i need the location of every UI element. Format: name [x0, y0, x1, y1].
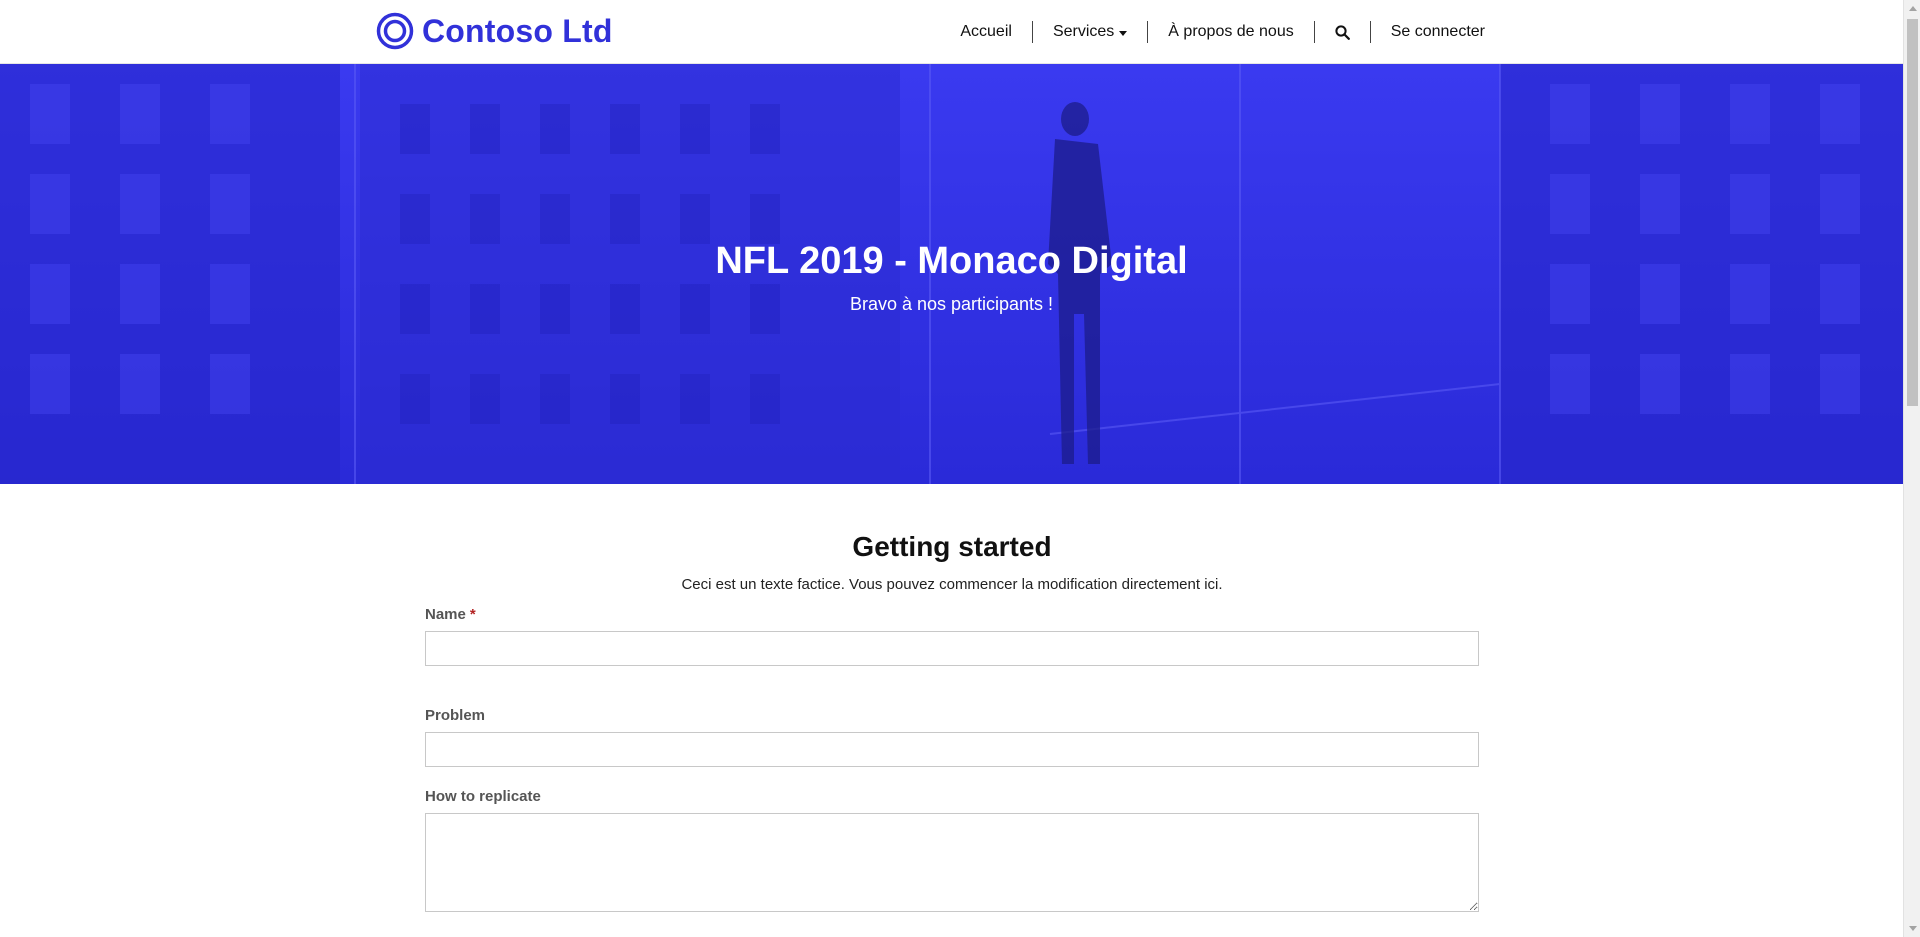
name-label-text: Name [425, 606, 466, 623]
nav-home-label: Accueil [960, 23, 1012, 40]
search-icon [1335, 24, 1350, 40]
page: Contoso Ltd Accueil Services À propos de… [0, 0, 1920, 937]
section-title: Getting started [852, 531, 1052, 562]
nav-home[interactable]: Accueil [940, 22, 1032, 42]
arrow-down-icon [1908, 926, 1917, 931]
hero-subtitle: Bravo à nos participants ! [849, 294, 1054, 314]
replicate-label-text: How to replicate [425, 788, 541, 805]
nav-services-label: Services [1052, 23, 1115, 40]
search-button[interactable] [1315, 22, 1370, 42]
brand-link[interactable]: Contoso Ltd [376, 9, 613, 53]
replicate-textarea[interactable] [425, 813, 1479, 912]
vertical-scrollbar[interactable] [1903, 0, 1920, 937]
problem-label-text: Problem [425, 707, 486, 724]
problem-field-label: Problem [425, 707, 485, 724]
hero-title: NFL 2019 - Monaco Digital [715, 240, 1188, 282]
name-input[interactable] [425, 631, 1479, 666]
ring-logo-icon [376, 12, 414, 50]
name-field-label: Name * [425, 606, 476, 623]
hero-banner: NFL 2019 - Monaco Digital Bravo à nos pa… [0, 64, 1903, 484]
scrollbar-thumb[interactable] [1907, 19, 1918, 406]
nav-services[interactable]: Services [1033, 22, 1147, 42]
nav-about[interactable]: À propos de nous [1148, 22, 1313, 42]
problem-input[interactable] [425, 732, 1479, 767]
required-marker: * [469, 606, 476, 623]
brand-name: Contoso Ltd [422, 12, 613, 49]
site-header: Contoso Ltd Accueil Services À propos de… [0, 0, 1903, 64]
main-nav: Accueil Services À propos de nous Se con… [940, 0, 1505, 64]
caret-down-icon [1119, 30, 1128, 36]
nav-signin-label: Se connecter [1390, 23, 1485, 40]
arrow-up-icon [1908, 6, 1917, 11]
nav-about-label: À propos de nous [1168, 23, 1294, 40]
nav-signin[interactable]: Se connecter [1371, 22, 1505, 42]
section-description: Ceci est un texte factice. Vous pouvez c… [681, 576, 1223, 593]
replicate-field-label: How to replicate [425, 788, 541, 805]
scroll-down-button[interactable] [1904, 920, 1920, 937]
scroll-up-button[interactable] [1904, 0, 1920, 17]
